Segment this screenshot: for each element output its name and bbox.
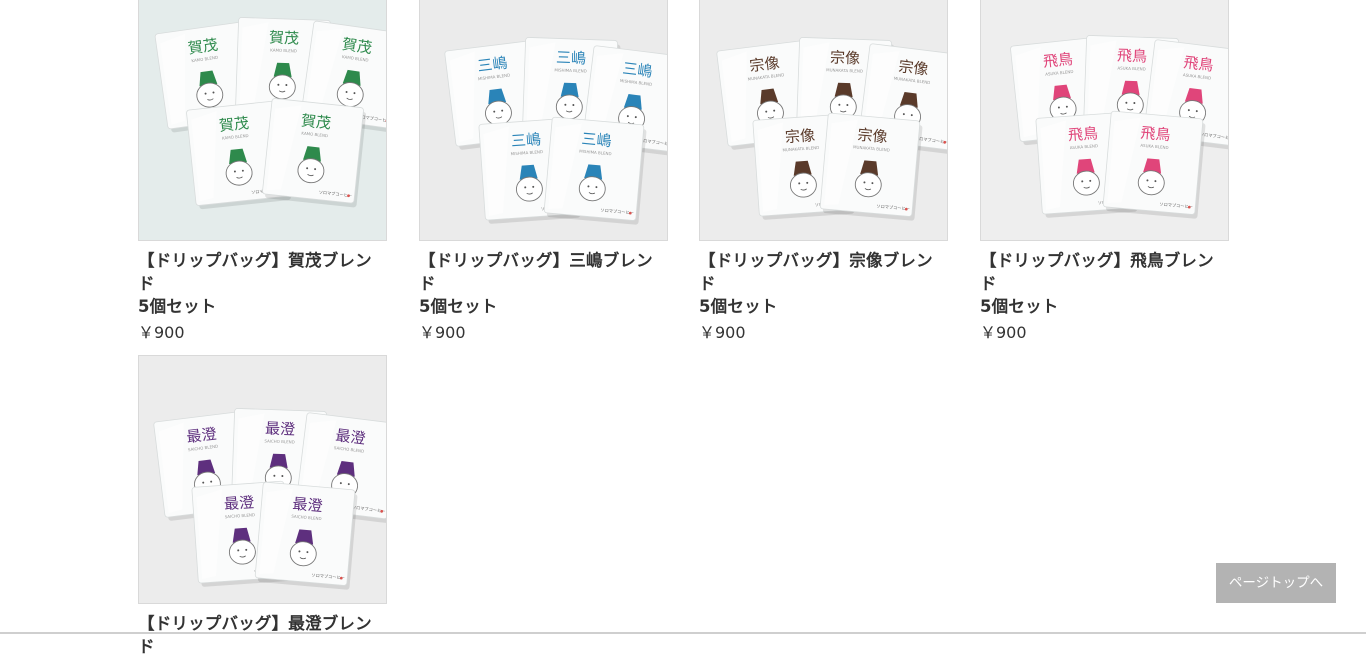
svg-text:宗像: 宗像 bbox=[857, 126, 888, 147]
drip-bag-package: 飛鳥ASUKA BLENDソロマブコーヒー bbox=[1102, 110, 1206, 219]
product-price: ￥900 bbox=[980, 323, 1027, 342]
product-name[interactable]: 【ドリップバッグ】飛鳥ブレンド 5個セット bbox=[980, 249, 1229, 318]
product-image[interactable]: 三嶋MISHIMA BLENDソロマブコーヒー三嶋MISHIMA BLENDソロ… bbox=[419, 0, 668, 241]
product-photo: 賀茂KAMO BLENDソロマブコーヒー賀茂KAMO BLENDソロマブコーヒー… bbox=[154, 17, 386, 210]
page-top-button[interactable]: ページトップへ bbox=[1216, 563, 1336, 603]
svg-text:飛鳥: 飛鳥 bbox=[1183, 53, 1215, 75]
product-name[interactable]: 【ドリップバッグ】賀茂ブレンド 5個セット bbox=[138, 249, 387, 318]
product-photo: 飛鳥ASUKA BLENDソロマブコーヒー飛鳥ASUKA BLENDソロマブコー… bbox=[1010, 35, 1228, 219]
product-price: ￥900 bbox=[419, 323, 466, 342]
product-image[interactable]: 宗像MUNAKATA BLENDソロマブコーヒー宗像MUNAKATA BLEND… bbox=[699, 0, 948, 241]
svg-text:賀茂: 賀茂 bbox=[218, 114, 250, 135]
svg-text:宗像: 宗像 bbox=[784, 126, 815, 146]
product-card-saicho[interactable]: 最澄SAICHO BLENDソロマブコーヒー最澄SAICHO BLENDソロマブ… bbox=[138, 355, 387, 662]
svg-text:宗像: 宗像 bbox=[830, 48, 861, 67]
product-name[interactable]: 【ドリップバッグ】宗像ブレンド 5個セット bbox=[699, 249, 948, 318]
product-photo: 三嶋MISHIMA BLENDソロマブコーヒー三嶋MISHIMA BLENDソロ… bbox=[444, 37, 667, 225]
svg-text:ASUKA BLEND: ASUKA BLEND bbox=[1117, 65, 1146, 71]
product-price: ￥900 bbox=[699, 323, 746, 342]
svg-text:飛鳥: 飛鳥 bbox=[1067, 124, 1098, 144]
product-card-mishima[interactable]: 三嶋MISHIMA BLENDソロマブコーヒー三嶋MISHIMA BLENDソロ… bbox=[419, 0, 668, 344]
product-image[interactable]: 賀茂KAMO BLENDソロマブコーヒー賀茂KAMO BLENDソロマブコーヒー… bbox=[138, 0, 387, 241]
svg-text:最澄: 最澄 bbox=[223, 493, 254, 513]
svg-text:最澄: 最澄 bbox=[292, 495, 323, 516]
drip-bag-package: 宗像MUNAKATA BLENDソロマブコーヒー bbox=[819, 112, 923, 221]
svg-text:最澄: 最澄 bbox=[185, 425, 217, 447]
svg-text:三嶋: 三嶋 bbox=[622, 59, 654, 81]
svg-text:三嶋: 三嶋 bbox=[581, 130, 612, 151]
product-name[interactable]: 【ドリップバッグ】最澄ブレンド bbox=[138, 612, 387, 658]
svg-text:賀茂: 賀茂 bbox=[300, 111, 332, 132]
product-photo: 宗像MUNAKATA BLENDソロマブコーヒー宗像MUNAKATA BLEND… bbox=[716, 37, 947, 221]
product-card-asuka[interactable]: 飛鳥ASUKA BLENDソロマブコーヒー飛鳥ASUKA BLENDソロマブコー… bbox=[980, 0, 1229, 344]
svg-text:KAMO BLEND: KAMO BLEND bbox=[270, 47, 297, 53]
svg-text:三嶋: 三嶋 bbox=[476, 54, 508, 76]
svg-text:三嶋: 三嶋 bbox=[556, 48, 587, 67]
product-image[interactable]: 最澄SAICHO BLENDソロマブコーヒー最澄SAICHO BLENDソロマブ… bbox=[138, 355, 387, 604]
svg-text:飛鳥: 飛鳥 bbox=[1117, 46, 1148, 65]
svg-text:宗像: 宗像 bbox=[898, 57, 930, 79]
drip-bag-package: 三嶋MISHIMA BLENDソロマブコーヒー bbox=[543, 116, 647, 225]
svg-text:飛鳥: 飛鳥 bbox=[1140, 124, 1171, 145]
svg-text:最澄: 最澄 bbox=[335, 426, 367, 448]
svg-text:宗像: 宗像 bbox=[748, 54, 780, 76]
product-price: ￥900 bbox=[138, 323, 185, 342]
svg-text:飛鳥: 飛鳥 bbox=[1042, 50, 1074, 71]
product-card-kamo[interactable]: 賀茂KAMO BLENDソロマブコーヒー賀茂KAMO BLENDソロマブコーヒー… bbox=[138, 0, 387, 344]
product-photo: 最澄SAICHO BLENDソロマブコーヒー最澄SAICHO BLENDソロマブ… bbox=[153, 408, 386, 590]
drip-bag-package: 最澄SAICHO BLENDソロマブコーヒー bbox=[254, 481, 358, 590]
product-card-munakata[interactable]: 宗像MUNAKATA BLENDソロマブコーヒー宗像MUNAKATA BLEND… bbox=[699, 0, 948, 344]
svg-text:三嶋: 三嶋 bbox=[510, 130, 541, 150]
drip-bag-package: 賀茂KAMO BLENDソロマブコーヒー bbox=[262, 98, 367, 208]
svg-text:最澄: 最澄 bbox=[265, 419, 296, 438]
svg-text:賀茂: 賀茂 bbox=[269, 28, 300, 47]
product-name[interactable]: 【ドリップバッグ】三嶋ブレンド 5個セット bbox=[419, 249, 668, 318]
svg-text:SAICHO BLEND: SAICHO BLEND bbox=[264, 438, 294, 444]
product-image[interactable]: 飛鳥ASUKA BLENDソロマブコーヒー飛鳥ASUKA BLENDソロマブコー… bbox=[980, 0, 1229, 241]
